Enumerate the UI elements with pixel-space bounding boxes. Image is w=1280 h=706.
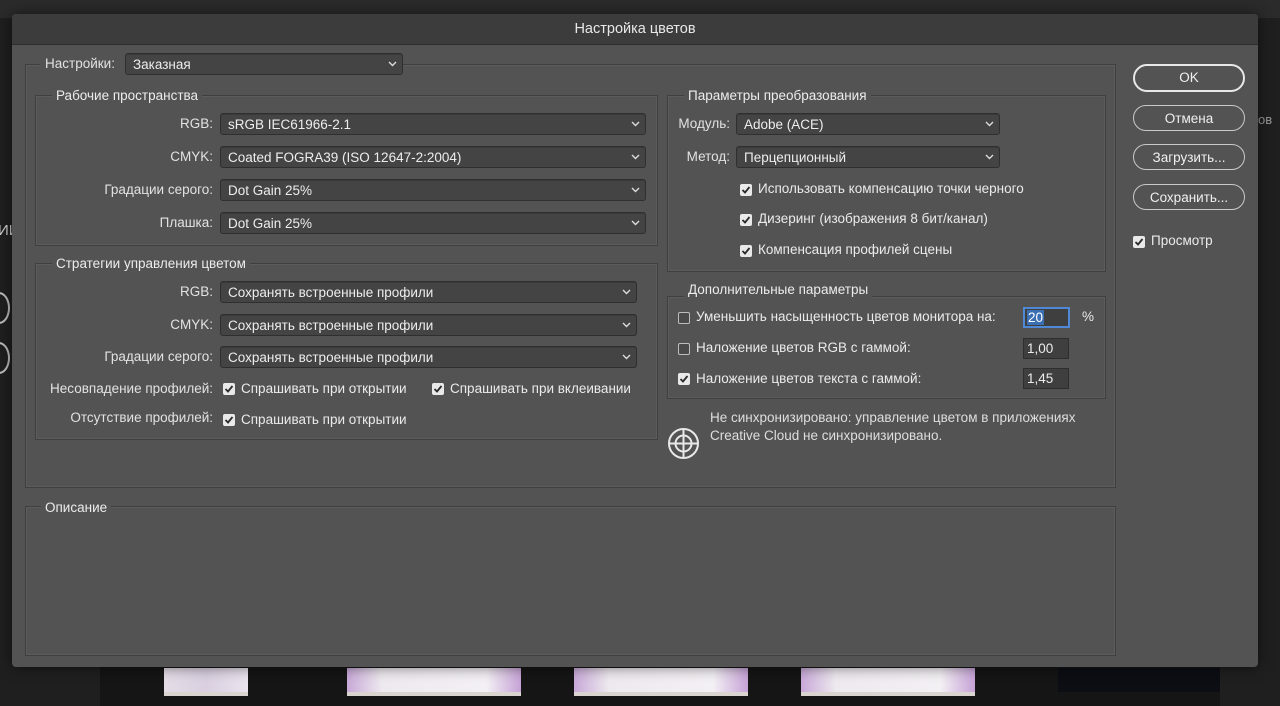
color-settings-dialog: Настройка цветов Настройки: Заказная Раб… [12, 14, 1258, 667]
background-thumbnail [347, 668, 521, 696]
intent-label: Метод: [686, 149, 730, 164]
engine-select[interactable]: Adobe (ACE) [736, 113, 1000, 135]
missing-open-checkbox[interactable] [223, 414, 235, 426]
scene-profile-checkbox[interactable] [740, 245, 752, 257]
ws-rgb-label: RGB: [179, 116, 213, 131]
checkmark-icon [224, 416, 234, 424]
ws-spot-select[interactable]: Dot Gain 25% [220, 212, 646, 234]
advanced-title: Дополнительные параметры [684, 282, 873, 298]
checkmark-icon [741, 216, 751, 224]
policies-title: Стратегии управления цветом [52, 256, 250, 272]
chevron-down-icon [622, 315, 631, 337]
checkmark-icon [741, 247, 751, 255]
save-button[interactable]: Сохранить... [1133, 184, 1245, 210]
settings-preset-value: Заказная [133, 57, 191, 72]
intent-value: Перцепционный [744, 150, 847, 165]
checkmark-icon [741, 186, 751, 194]
desaturate-unit: % [1082, 309, 1095, 324]
policy-gray-select[interactable]: Сохранять встроенные профили [220, 346, 637, 368]
dither-checkbox[interactable] [740, 214, 752, 226]
ws-gray-value: Dot Gain 25% [228, 183, 313, 198]
blend-text-input[interactable]: 1,45 [1023, 368, 1069, 389]
background-thumbnail [164, 668, 248, 696]
chevron-down-icon [985, 114, 994, 136]
scene-profile-label: Компенсация профилей сцены [758, 242, 953, 257]
background-circle-icon [0, 292, 10, 324]
background-thumbnail [574, 668, 748, 696]
sync-status-line2: Creative Cloud не синхронизировано. [710, 428, 943, 443]
load-button[interactable]: Загрузить... [1133, 144, 1245, 170]
policy-cmyk-value: Сохранять встроенные профили [228, 318, 434, 333]
ok-button[interactable]: OK [1133, 64, 1245, 92]
desaturate-label: Уменьшить насыщенность цветов монитора н… [696, 309, 996, 324]
mismatch-open-checkbox[interactable] [223, 383, 235, 395]
checkmark-icon [433, 385, 443, 393]
mismatch-open-label: Спрашивать при открытии [241, 381, 407, 396]
checkmark-icon [224, 385, 234, 393]
chevron-down-icon [631, 180, 640, 202]
mismatch-paste-label: Спрашивать при вклеивании [450, 381, 631, 396]
dialog-title: Настройка цветов [12, 14, 1258, 45]
blend-rgb-input[interactable]: 1,00 [1023, 338, 1069, 359]
description-title: Описание [41, 500, 112, 516]
background-thumbnail [801, 668, 975, 696]
conversion-title: Параметры преобразования [684, 88, 871, 104]
policy-cmyk-select[interactable]: Сохранять встроенные профили [220, 314, 637, 336]
chevron-down-icon [622, 347, 631, 369]
ws-rgb-select[interactable]: sRGB IEC61966-2.1 [220, 113, 646, 135]
background-circle-icon [0, 342, 10, 374]
blend-rgb-checkbox[interactable] [678, 343, 690, 355]
chevron-down-icon [985, 147, 994, 169]
chevron-down-icon [388, 54, 397, 76]
policy-rgb-value: Сохранять встроенные профили [228, 285, 434, 300]
missing-label: Отсутствие профилей: [70, 410, 213, 425]
ws-cmyk-value: Coated FOGRA39 (ISO 12647-2:2004) [228, 150, 462, 165]
engine-value: Adobe (ACE) [744, 117, 824, 132]
policy-rgb-select[interactable]: Сохранять встроенные профили [220, 281, 637, 303]
background-text-fragment: ов [1258, 112, 1273, 127]
desaturate-value: 20 [1027, 310, 1045, 325]
mismatch-paste-checkbox[interactable] [432, 383, 444, 395]
intent-select[interactable]: Перцепционный [736, 146, 1000, 168]
ws-spot-value: Dot Gain 25% [228, 216, 313, 231]
crosshair-sync-icon [667, 427, 700, 460]
missing-open-label: Спрашивать при открытии [241, 412, 407, 427]
sync-status-line1: Не синхронизировано: управление цветом в… [710, 410, 1076, 425]
working-spaces-title: Рабочие пространства [52, 88, 203, 104]
ws-rgb-value: sRGB IEC61966-2.1 [228, 117, 352, 132]
blend-text-checkbox[interactable] [678, 373, 690, 385]
background-thumbnail [1058, 668, 1220, 692]
preview-checkbox[interactable] [1133, 236, 1145, 248]
mismatch-label: Несовпадение профилей: [50, 381, 213, 396]
ws-cmyk-label: CMYK: [170, 149, 213, 164]
desaturate-input[interactable]: 20 [1023, 307, 1070, 328]
settings-preset-select[interactable]: Заказная [125, 53, 403, 75]
blend-text-label: Наложение цветов текста с гаммой: [696, 371, 922, 386]
dither-label: Дизеринг (изображения 8 бит/канал) [758, 211, 988, 226]
blend-text-value: 1,45 [1027, 371, 1054, 386]
policy-cmyk-label: CMYK: [170, 317, 213, 332]
ws-gray-select[interactable]: Dot Gain 25% [220, 179, 646, 201]
ws-spot-label: Плашка: [159, 215, 213, 230]
description-group [25, 506, 1116, 656]
engine-label: Модуль: [678, 116, 730, 131]
chevron-down-icon [622, 282, 631, 304]
black-point-label: Использовать компенсацию точки черного [758, 181, 1024, 196]
preview-label: Просмотр [1151, 233, 1213, 248]
policy-gray-value: Сохранять встроенные профили [228, 350, 434, 365]
settings-label: Настройки: [45, 56, 115, 71]
policy-gray-label: Градации серого: [104, 349, 213, 364]
policy-rgb-label: RGB: [179, 284, 213, 299]
black-point-checkbox[interactable] [740, 184, 752, 196]
blend-rgb-value: 1,00 [1027, 341, 1054, 356]
blend-rgb-label: Наложение цветов RGB с гаммой: [696, 340, 911, 355]
checkmark-icon [1134, 238, 1144, 246]
desaturate-checkbox[interactable] [678, 312, 690, 324]
checkmark-icon [679, 375, 689, 383]
cancel-button[interactable]: Отмена [1133, 105, 1245, 131]
chevron-down-icon [631, 213, 640, 235]
ws-gray-label: Градации серого: [104, 182, 213, 197]
ws-cmyk-select[interactable]: Coated FOGRA39 (ISO 12647-2:2004) [220, 146, 646, 168]
